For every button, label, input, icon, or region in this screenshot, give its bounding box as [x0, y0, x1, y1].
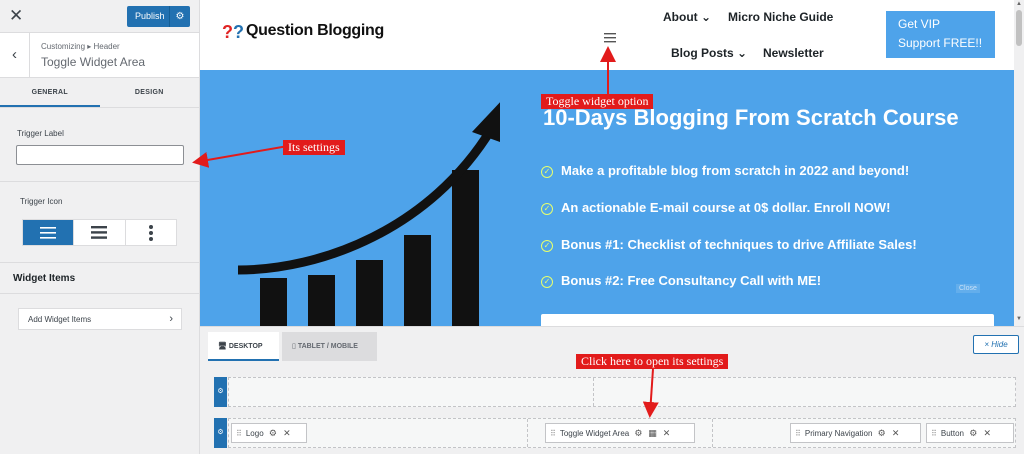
header-builder: 🖥 DESKTOP ▯ TABLET / MOBILE × Hide ⚙ ⚙ ⠿… [200, 326, 1024, 454]
chip-label: Logo [245, 429, 264, 438]
close-icon[interactable]: ✕ [889, 424, 903, 442]
trigger-label-input[interactable] [16, 145, 184, 165]
list-item-text: Bonus #2: Free Consultancy Call with ME! [561, 273, 822, 288]
widget-items-heading: Widget Items [13, 273, 76, 284]
tab-tablet-label: TABLET / MOBILE [297, 343, 358, 350]
desktop-monitor-icon: 🖥 [218, 343, 227, 350]
widget-icon[interactable]: ▦ [645, 424, 659, 442]
gear-icon[interactable]: ⚙ [966, 424, 980, 442]
list-item-text: Bonus #1: Checklist of techniques to dri… [561, 237, 917, 252]
header-row-top[interactable] [228, 377, 1016, 407]
panel-topbar: ✕ Publish ⚙ [0, 0, 199, 33]
section-header: ‹ Customizing ▸ Header Toggle Widget Are… [0, 33, 199, 78]
tablet-icon: ▯ [292, 343, 296, 350]
list-item-text: Make a profitable blog from scratch in 2… [561, 163, 910, 178]
chevron-right-icon: › [169, 313, 173, 325]
hero-email-input[interactable] [541, 314, 994, 326]
scroll-up-icon[interactable]: ▲ [1016, 1, 1022, 7]
site-logo-text[interactable]: Question Blogging [246, 22, 384, 40]
get-vip-button[interactable]: Get VIP Support FREE!! [886, 11, 995, 58]
annotation-click-here: Click here to open its settings [576, 354, 729, 369]
divider [0, 293, 200, 294]
tab-design[interactable]: DESIGN [100, 78, 200, 107]
scrollbar-thumb[interactable] [1016, 10, 1022, 46]
hide-builder-button[interactable]: × Hide [973, 335, 1019, 354]
publish-button[interactable]: Publish ⚙ [127, 6, 190, 27]
drag-handle-icon[interactable]: ⠿ [931, 429, 937, 438]
chip-label: Toggle Widget Area [559, 429, 630, 438]
logo-icon[interactable]: ?? [222, 22, 244, 43]
tab-desktop[interactable]: 🖥 DESKTOP [208, 332, 279, 361]
annotation-toggle-widget-option: Toggle widget option [541, 94, 654, 109]
drag-handle-icon[interactable]: ⠿ [795, 429, 801, 438]
preview-scrollbar[interactable]: ▲ ▼ [1014, 0, 1024, 326]
toggle-widget-hamburger-icon[interactable] [604, 30, 616, 48]
gear-icon[interactable]: ⚙ [631, 424, 645, 442]
column-divider [593, 378, 594, 406]
close-tag[interactable]: Close [956, 284, 980, 293]
vip-line-2: Support FREE!! [898, 36, 983, 50]
nav-about[interactable]: About ⌄ [663, 10, 711, 24]
customizer-panel: ✕ Publish ⚙ ‹ Customizing ▸ Header Toggl… [0, 0, 200, 454]
publish-label: Publish [135, 11, 165, 21]
list-item: ✓ An actionable E-mail course at 0$ dolla… [541, 200, 890, 215]
check-circle-icon: ✓ [541, 240, 553, 252]
trigger-label-heading: Trigger Label [17, 129, 64, 138]
chip-label: Button [940, 429, 964, 438]
vip-line-1: Get VIP [898, 17, 941, 31]
toggle-widget-area-chip[interactable]: ⠿ Toggle Widget Area ⚙ ▦ ✕ [545, 423, 695, 443]
close-icon[interactable]: ✕ [280, 424, 294, 442]
check-circle-icon: ✓ [541, 276, 553, 288]
growth-chart-illustration [237, 102, 500, 326]
drag-handle-icon[interactable]: ⠿ [550, 429, 556, 438]
tab-desktop-label: DESKTOP [228, 343, 263, 350]
breadcrumb: Customizing ▸ Header [41, 42, 120, 51]
drag-handle-icon[interactable]: ⠿ [236, 429, 242, 438]
nav-newsletter[interactable]: Newsletter [763, 46, 824, 60]
site-preview: ?? Question Blogging About ⌄ Micro Niche… [200, 0, 1024, 326]
back-chevron-icon[interactable]: ‹ [0, 33, 30, 77]
scroll-down-icon[interactable]: ▼ [1016, 316, 1022, 322]
gear-icon[interactable]: ⚙ [266, 424, 280, 442]
tab-general[interactable]: GENERAL [0, 78, 100, 107]
check-circle-icon: ✓ [541, 166, 553, 178]
button-chip[interactable]: ⠿ Button ⚙ ✕ [926, 423, 1014, 443]
row-settings-gear-icon[interactable]: ⚙ [214, 377, 227, 407]
list-item: ✓ Bonus #2: Free Consultancy Call with ME… [541, 273, 821, 288]
divider [0, 181, 200, 182]
bars-icon[interactable] [74, 220, 126, 245]
column-divider [527, 419, 528, 447]
tab-tablet-mobile[interactable]: ▯ TABLET / MOBILE [282, 332, 377, 361]
nav-micro-niche-guide[interactable]: Micro Niche Guide [728, 10, 833, 24]
logo-chip[interactable]: ⠿ Logo ⚙ ✕ [231, 423, 307, 443]
divider [0, 262, 200, 263]
add-widget-items-button[interactable]: Add Widget Items › [18, 308, 182, 330]
annotation-its-settings: Its settings [283, 140, 345, 155]
vertical-dots-icon[interactable] [126, 220, 176, 245]
chip-label: Primary Navigation [804, 429, 873, 438]
section-title: Toggle Widget Area [41, 55, 146, 69]
check-circle-icon: ✓ [541, 203, 553, 215]
close-icon[interactable]: ✕ [9, 7, 25, 25]
trigger-icon-heading: Trigger Icon [20, 197, 63, 206]
nav-blog-posts[interactable]: Blog Posts ⌄ [671, 46, 747, 60]
list-item-text: An actionable E-mail course at 0$ dollar… [561, 200, 891, 215]
list-item: ✓ Bonus #1: Checklist of techniques to dr… [541, 237, 917, 252]
header-row-main[interactable]: ⠿ Logo ⚙ ✕ ⠿ Toggle Widget Area ⚙ ▦ ✕ ⠿ Primar… [228, 418, 1016, 448]
hamburger-icon[interactable] [23, 220, 75, 245]
trigger-icon-selector [22, 219, 177, 246]
list-item: ✓ Make a profitable blog from scratch in … [541, 163, 909, 178]
site-header: ?? Question Blogging About ⌄ Micro Niche… [200, 0, 1014, 70]
gear-icon[interactable]: ⚙ [875, 424, 889, 442]
primary-navigation-chip[interactable]: ⠿ Primary Navigation ⚙ ✕ [790, 423, 921, 443]
close-icon[interactable]: ✕ [980, 424, 994, 442]
close-icon[interactable]: ✕ [659, 424, 673, 442]
row-settings-gear-icon[interactable]: ⚙ [214, 418, 227, 448]
panel-tabs: GENERAL DESIGN [0, 78, 199, 108]
add-widget-label: Add Widget Items [28, 315, 92, 324]
publish-settings-gear-icon[interactable]: ⚙ [169, 6, 190, 27]
column-divider [712, 419, 713, 447]
